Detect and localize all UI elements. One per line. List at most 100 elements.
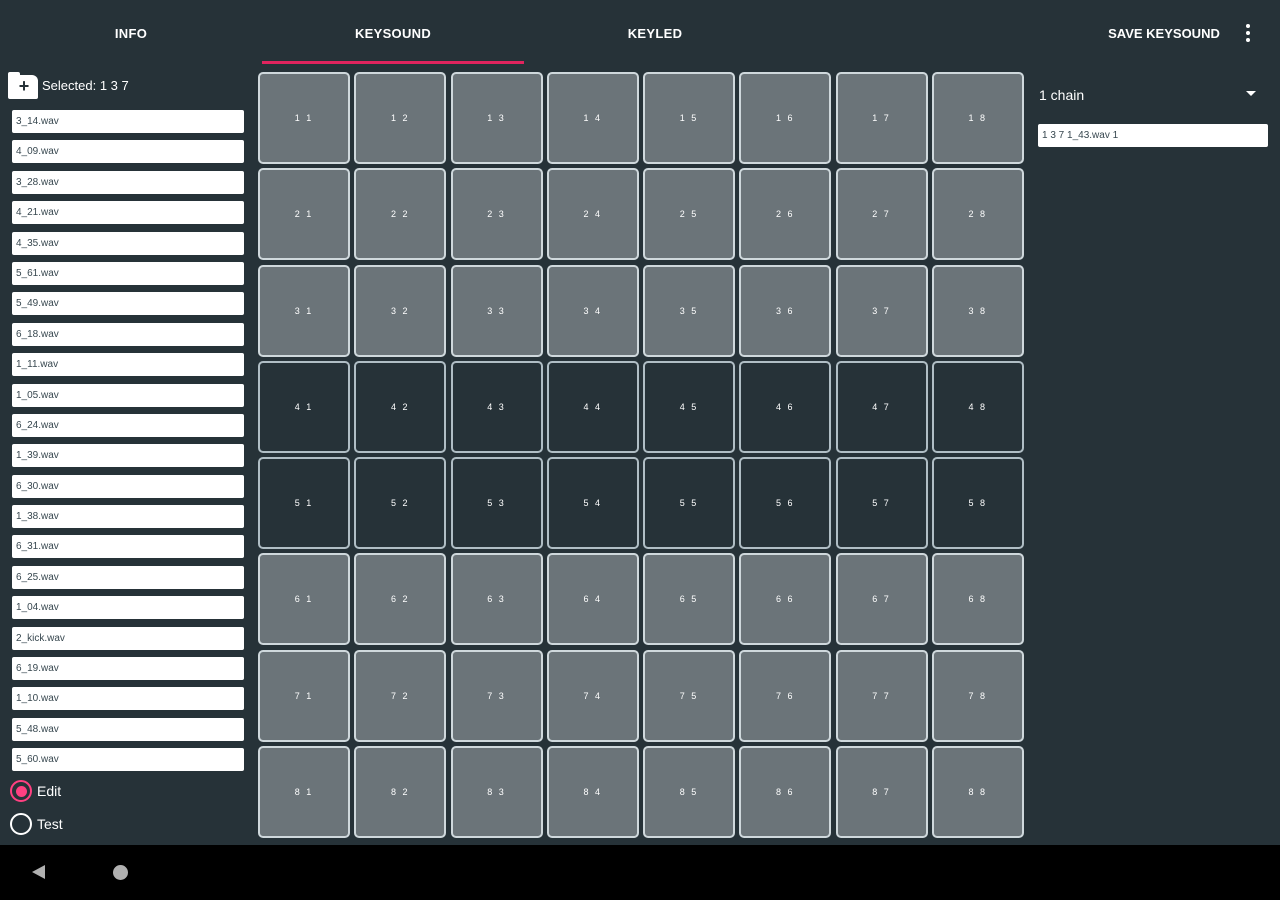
pad-5-2[interactable]: 5 2 bbox=[354, 457, 447, 549]
file-list-item[interactable]: 1_11.wav bbox=[12, 353, 244, 377]
pad-3-8[interactable]: 3 8 bbox=[931, 264, 1024, 357]
pad-1-8[interactable]: 1 8 bbox=[931, 72, 1024, 164]
file-list-item[interactable]: 1_38.wav bbox=[12, 505, 244, 529]
pad-5-5[interactable]: 5 5 bbox=[643, 457, 735, 549]
pad-7-8[interactable]: 7 8 bbox=[931, 649, 1024, 742]
tab-keysound[interactable]: KEYSOUND bbox=[262, 0, 524, 66]
pad-8-3[interactable]: 8 3 bbox=[450, 745, 543, 838]
chain-dropdown[interactable]: 1 chain bbox=[1036, 80, 1268, 110]
file-list-item[interactable]: 3_14.wav bbox=[12, 110, 244, 133]
pad-6-6[interactable]: 6 6 bbox=[739, 553, 832, 646]
assigned-sound-item[interactable]: 1 3 7 1_43.wav 1 bbox=[1038, 124, 1268, 147]
pad-5-3[interactable]: 5 3 bbox=[450, 457, 543, 549]
pad-8-2[interactable]: 8 2 bbox=[354, 745, 447, 838]
file-list-item[interactable]: 4_09.wav bbox=[12, 140, 244, 164]
pad-2-3[interactable]: 2 3 bbox=[450, 168, 543, 261]
pad-2-1[interactable]: 2 1 bbox=[258, 168, 350, 261]
home-circle-icon[interactable] bbox=[113, 865, 128, 880]
pad-3-7[interactable]: 3 7 bbox=[835, 264, 928, 357]
pad-8-7[interactable]: 8 7 bbox=[835, 745, 928, 838]
pad-6-7[interactable]: 6 7 bbox=[835, 553, 928, 646]
back-triangle-icon[interactable] bbox=[32, 865, 45, 879]
pad-1-6[interactable]: 1 6 bbox=[739, 72, 832, 164]
file-list-item[interactable]: 2_kick.wav bbox=[12, 626, 244, 650]
pad-4-5[interactable]: 4 5 bbox=[643, 360, 735, 453]
file-list-item[interactable]: 5_48.wav bbox=[12, 717, 244, 741]
pad-6-5[interactable]: 6 5 bbox=[643, 553, 735, 646]
pad-1-7[interactable]: 1 7 bbox=[835, 72, 928, 164]
pad-2-6[interactable]: 2 6 bbox=[739, 168, 832, 261]
file-list-item[interactable]: 4_35.wav bbox=[12, 231, 244, 255]
pad-5-8[interactable]: 5 8 bbox=[931, 457, 1024, 549]
pad-1-4[interactable]: 1 4 bbox=[546, 72, 639, 164]
mode-test-radio[interactable]: Test bbox=[10, 813, 63, 835]
file-list-item[interactable]: 1_10.wav bbox=[12, 687, 244, 711]
pad-4-7[interactable]: 4 7 bbox=[835, 360, 928, 453]
file-list-item[interactable]: 1_39.wav bbox=[12, 444, 244, 468]
pad-2-8[interactable]: 2 8 bbox=[931, 168, 1024, 261]
pad-1-5[interactable]: 1 5 bbox=[643, 72, 735, 164]
save-keysound-button[interactable]: SAVE KEYSOUND bbox=[1100, 0, 1228, 66]
pad-4-2[interactable]: 4 2 bbox=[354, 360, 447, 453]
pad-8-6[interactable]: 8 6 bbox=[739, 745, 832, 838]
pad-4-8[interactable]: 4 8 bbox=[931, 360, 1024, 453]
pad-2-7[interactable]: 2 7 bbox=[835, 168, 928, 261]
pad-4-6[interactable]: 4 6 bbox=[739, 360, 832, 453]
pad-3-4[interactable]: 3 4 bbox=[546, 264, 639, 357]
pad-7-3[interactable]: 7 3 bbox=[450, 649, 543, 742]
pad-3-2[interactable]: 3 2 bbox=[354, 264, 447, 357]
pad-7-1[interactable]: 7 1 bbox=[258, 649, 350, 742]
create-new-folder-icon[interactable]: + bbox=[8, 72, 38, 99]
pad-7-2[interactable]: 7 2 bbox=[354, 649, 447, 742]
pad-3-1[interactable]: 3 1 bbox=[258, 264, 350, 357]
file-list-item[interactable]: 1_04.wav bbox=[12, 596, 244, 620]
pad-6-3[interactable]: 6 3 bbox=[450, 553, 543, 646]
file-list-item[interactable]: 6_24.wav bbox=[12, 413, 244, 437]
file-list-item[interactable]: 6_25.wav bbox=[12, 565, 244, 589]
pad-3-6[interactable]: 3 6 bbox=[739, 264, 832, 357]
pad-2-2[interactable]: 2 2 bbox=[354, 168, 447, 261]
file-list-item[interactable]: 6_19.wav bbox=[12, 657, 244, 681]
file-list-item[interactable]: 5_49.wav bbox=[12, 292, 244, 316]
mode-edit-radio[interactable]: Edit bbox=[10, 780, 61, 802]
pad-7-4[interactable]: 7 4 bbox=[546, 649, 639, 742]
pad-8-1[interactable]: 8 1 bbox=[258, 745, 350, 838]
pad-8-5[interactable]: 8 5 bbox=[643, 745, 735, 838]
file-list-item[interactable]: 6_31.wav bbox=[12, 535, 244, 559]
file-list-item[interactable]: 6_30.wav bbox=[12, 474, 244, 498]
file-list-item[interactable]: 1_05.wav bbox=[12, 383, 244, 407]
file-list-item[interactable]: 5_61.wav bbox=[12, 261, 244, 285]
file-list-item[interactable]: 3_28.wav bbox=[12, 170, 244, 194]
more-vert-icon[interactable] bbox=[1232, 17, 1264, 49]
pad-2-5[interactable]: 2 5 bbox=[643, 168, 735, 261]
pad-1-3[interactable]: 1 3 bbox=[450, 72, 543, 164]
pad-7-7[interactable]: 7 7 bbox=[835, 649, 928, 742]
pad-4-4[interactable]: 4 4 bbox=[546, 360, 639, 453]
file-list-item[interactable]: 6_18.wav bbox=[12, 322, 244, 346]
pad-6-1[interactable]: 6 1 bbox=[258, 553, 350, 646]
pad-5-7[interactable]: 5 7 bbox=[835, 457, 928, 549]
pad-label: 4 4 bbox=[583, 401, 602, 412]
pad-5-1[interactable]: 5 1 bbox=[258, 457, 350, 549]
pad-8-4[interactable]: 8 4 bbox=[546, 745, 639, 838]
pad-4-1[interactable]: 4 1 bbox=[258, 360, 350, 453]
pad-8-8[interactable]: 8 8 bbox=[931, 745, 1024, 838]
file-list-item[interactable]: 5_60.wav bbox=[12, 748, 244, 772]
pad-6-2[interactable]: 6 2 bbox=[354, 553, 447, 646]
pad-5-4[interactable]: 5 4 bbox=[546, 457, 639, 549]
sound-file-list[interactable]: 3_14.wav 4_09.wav 3_28.wav 4_21.wav 4_35.wav… bbox=[12, 110, 244, 772]
pad-6-8[interactable]: 6 8 bbox=[931, 553, 1024, 646]
pad-5-6[interactable]: 5 6 bbox=[739, 457, 832, 549]
pad-6-4[interactable]: 6 4 bbox=[546, 553, 639, 646]
pad-7-6[interactable]: 7 6 bbox=[739, 649, 832, 742]
pad-7-5[interactable]: 7 5 bbox=[643, 649, 735, 742]
tab-keyled[interactable]: KEYLED bbox=[524, 0, 786, 66]
pad-2-4[interactable]: 2 4 bbox=[546, 168, 639, 261]
pad-3-3[interactable]: 3 3 bbox=[450, 264, 543, 357]
pad-4-3[interactable]: 4 3 bbox=[450, 360, 543, 453]
pad-1-1[interactable]: 1 1 bbox=[258, 72, 350, 164]
pad-3-5[interactable]: 3 5 bbox=[643, 264, 735, 357]
pad-1-2[interactable]: 1 2 bbox=[354, 72, 447, 164]
tab-info[interactable]: INFO bbox=[0, 0, 262, 66]
file-list-item[interactable]: 4_21.wav bbox=[12, 201, 244, 225]
